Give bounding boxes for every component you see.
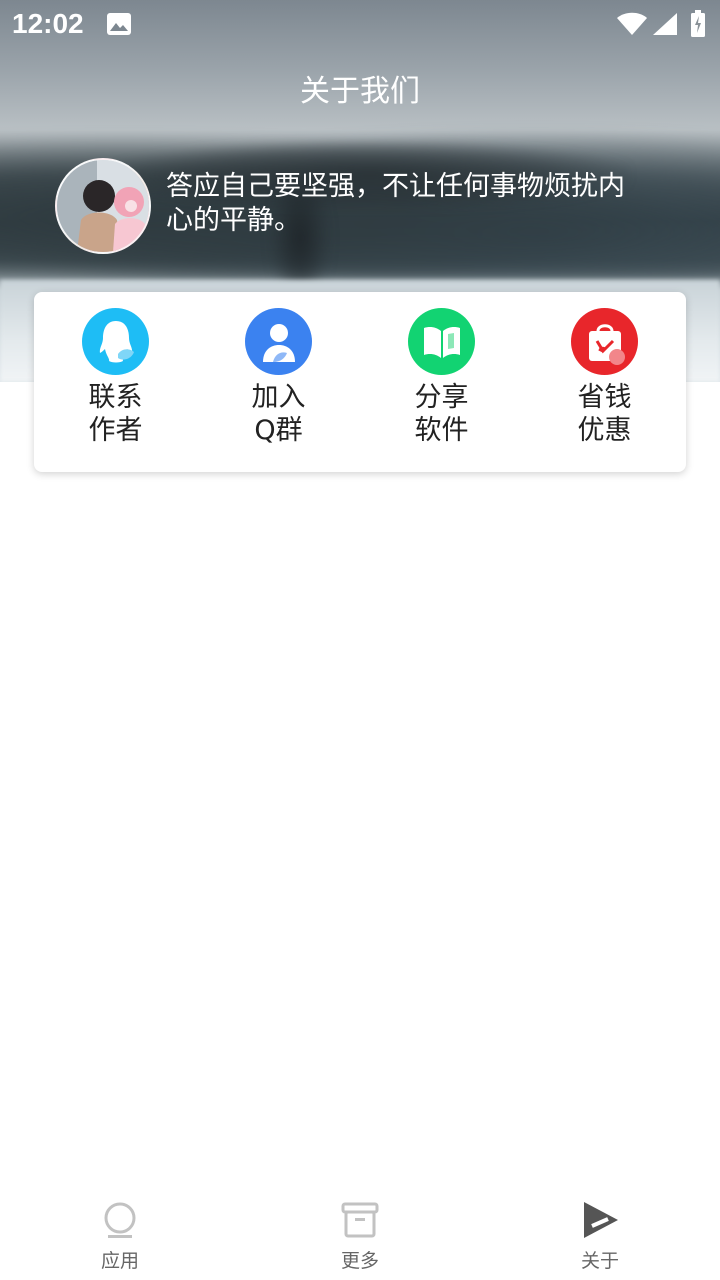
action-label: 加入Q群 [251,382,306,446]
action-label: 分享软件 [414,382,469,446]
play-icon [580,1200,620,1244]
save-money-button[interactable]: 省钱优惠 [523,292,686,472]
wifi-icon [616,12,648,40]
qq-icon [82,308,149,375]
tab-about[interactable]: 关于 [480,1190,720,1280]
join-group-button[interactable]: 加入Q群 [197,292,360,472]
tab-label: 更多 [340,1250,379,1272]
image-notification-icon [106,12,132,40]
status-bar: 12:02 [0,0,720,50]
bottom-nav: 应用 更多 关于 [0,1190,720,1280]
tab-more[interactable]: 更多 [240,1190,480,1280]
action-card: 联系作者 加入Q群 分享软件 省钱优惠 [34,292,686,472]
group-icon [245,308,312,375]
shopping-bag-icon [571,308,638,375]
signal-icon [652,12,678,40]
tab-apps[interactable]: 应用 [0,1190,240,1280]
status-time: 12:02 [12,8,84,39]
motto-text: 答应自己要坚强，不让任何事物烦扰内心的平静。 [166,171,625,236]
archive-icon [340,1200,380,1244]
book-icon [408,308,475,375]
battery-icon [690,10,706,42]
share-app-button[interactable]: 分享软件 [360,292,523,472]
action-label: 省钱优惠 [577,382,632,446]
tab-label: 应用 [100,1250,139,1272]
page-title: 关于我们 [300,74,420,109]
tab-label: 关于 [580,1250,619,1272]
circle-icon [100,1200,140,1244]
action-label: 联系作者 [88,382,143,446]
contact-author-button[interactable]: 联系作者 [34,292,197,472]
avatar[interactable] [55,158,151,254]
